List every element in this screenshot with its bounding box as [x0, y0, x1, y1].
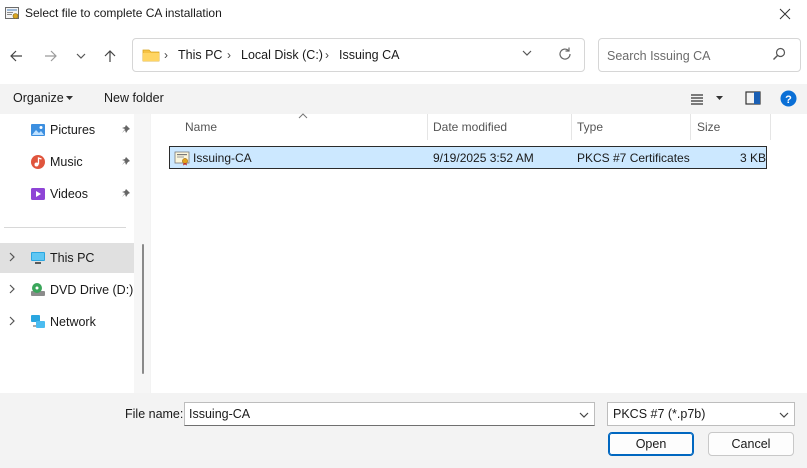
nav-item-label: Music	[50, 155, 83, 169]
close-icon	[779, 8, 791, 20]
nav-item-label: This PC	[50, 251, 95, 265]
help-icon[interactable]: ?	[780, 90, 797, 107]
nav-item-label: Network	[50, 315, 96, 329]
forward-button[interactable]	[37, 42, 65, 70]
window-title: Select file to complete CA installation	[25, 6, 222, 20]
file-type: PKCS #7 Certificates	[577, 151, 690, 165]
computer-icon	[31, 252, 45, 264]
arrow-left-icon	[10, 50, 22, 62]
file-list: Name Date modified Type Size Issuing-CA …	[151, 113, 807, 393]
pin-icon[interactable]	[120, 188, 131, 199]
nav-item-this-pc[interactable]: This PC	[0, 243, 134, 273]
pin-icon[interactable]	[120, 156, 131, 167]
cancel-button[interactable]: Cancel	[708, 432, 794, 456]
breadcrumb-issuing-ca[interactable]: Issuing CA	[339, 48, 399, 62]
column-separator[interactable]	[690, 114, 691, 140]
column-header-size[interactable]: Size	[697, 114, 720, 140]
arrow-up-icon	[104, 50, 116, 62]
breadcrumb-separator-icon[interactable]: ›	[164, 48, 168, 62]
nav-item-network[interactable]: Network	[0, 307, 134, 337]
search-icon[interactable]	[772, 47, 786, 61]
chevron-right-icon[interactable]	[8, 316, 16, 326]
new-folder-button[interactable]: New folder	[104, 91, 164, 105]
column-separator[interactable]	[571, 114, 572, 140]
file-name: Issuing-CA	[193, 151, 252, 165]
dvd-drive-icon	[31, 283, 45, 296]
column-separator[interactable]	[770, 114, 771, 140]
chevron-down-icon	[76, 53, 86, 59]
pictures-icon	[31, 124, 45, 136]
navigation-bar: › This PC › Local Disk (C:) › Issuing CA	[0, 28, 807, 84]
file-row[interactable]: Issuing-CA 9/19/2025 3:52 AM PKCS #7 Cer…	[169, 146, 767, 169]
breadcrumb-this-pc[interactable]: This PC	[178, 48, 222, 62]
dialog-footer: File name: Issuing-CA PKCS #7 (*.p7b) Op…	[0, 393, 807, 468]
arrow-right-icon	[45, 50, 57, 62]
file-date-modified: 9/19/2025 3:52 AM	[433, 151, 534, 165]
organize-menu[interactable]: Organize	[13, 91, 64, 105]
search-input[interactable]	[607, 47, 767, 65]
nav-item-videos[interactable]: Videos	[0, 179, 134, 209]
refresh-icon[interactable]	[557, 46, 573, 62]
breadcrumb-separator-icon[interactable]: ›	[227, 48, 231, 62]
nav-item-label: Pictures	[50, 123, 96, 137]
nav-item-label: DVD Drive (D:) S	[50, 283, 146, 297]
network-icon	[31, 315, 45, 328]
nav-item-label: Videos	[50, 187, 88, 201]
search-box[interactable]	[598, 38, 801, 72]
certificate-file-icon	[174, 151, 190, 166]
nav-divider	[4, 227, 126, 228]
file-name-field[interactable]: Issuing-CA	[184, 402, 595, 426]
title-bar: Select file to complete CA installation	[0, 0, 807, 28]
sort-ascending-icon	[298, 113, 308, 119]
view-list-icon[interactable]	[690, 92, 704, 106]
column-header-date-modified[interactable]: Date modified	[433, 114, 507, 140]
column-separator[interactable]	[427, 114, 428, 140]
column-header-type[interactable]: Type	[577, 114, 603, 140]
nav-item-pictures[interactable]: Pictures	[0, 115, 134, 145]
file-size: 3 KB	[740, 151, 767, 165]
view-options-caret-icon[interactable]	[715, 94, 724, 103]
chevron-down-icon[interactable]	[778, 409, 790, 421]
pin-icon[interactable]	[120, 124, 131, 135]
music-icon	[31, 155, 45, 169]
file-name-value[interactable]: Issuing-CA	[189, 407, 250, 421]
navigation-pane: Pictures Music Videos This PC DVD Drive …	[0, 114, 145, 393]
nav-item-dvd-drive[interactable]: DVD Drive (D:) S	[0, 275, 145, 305]
videos-icon	[31, 188, 45, 200]
nav-scrollbar[interactable]	[134, 114, 150, 393]
column-header-name[interactable]: Name	[185, 114, 217, 140]
chevron-right-icon[interactable]	[8, 252, 16, 262]
recent-locations-button[interactable]	[67, 42, 95, 70]
close-button[interactable]	[763, 0, 807, 28]
command-bar: Organize New folder ?	[0, 84, 807, 114]
app-icon	[5, 7, 19, 19]
nav-item-music[interactable]: Music	[0, 147, 134, 177]
address-dropdown-icon[interactable]	[521, 47, 533, 59]
file-type-select[interactable]: PKCS #7 (*.p7b)	[607, 402, 795, 426]
nav-scrollbar-thumb[interactable]	[142, 244, 144, 374]
chevron-right-icon[interactable]	[8, 284, 16, 294]
caret-down-icon[interactable]	[65, 94, 74, 103]
file-type-value: PKCS #7 (*.p7b)	[613, 407, 706, 421]
preview-pane-icon[interactable]	[745, 91, 761, 105]
svg-text:?: ?	[785, 94, 792, 106]
breadcrumb-separator-icon[interactable]: ›	[325, 48, 329, 62]
chevron-down-icon[interactable]	[578, 409, 590, 421]
back-button[interactable]	[2, 42, 30, 70]
open-button[interactable]: Open	[608, 432, 694, 456]
breadcrumb-local-disk[interactable]: Local Disk (C:)	[241, 48, 323, 62]
up-button[interactable]	[96, 42, 124, 70]
file-name-label: File name:	[125, 407, 184, 421]
address-bar[interactable]: › This PC › Local Disk (C:) › Issuing CA	[132, 38, 585, 72]
folder-icon	[142, 49, 160, 62]
